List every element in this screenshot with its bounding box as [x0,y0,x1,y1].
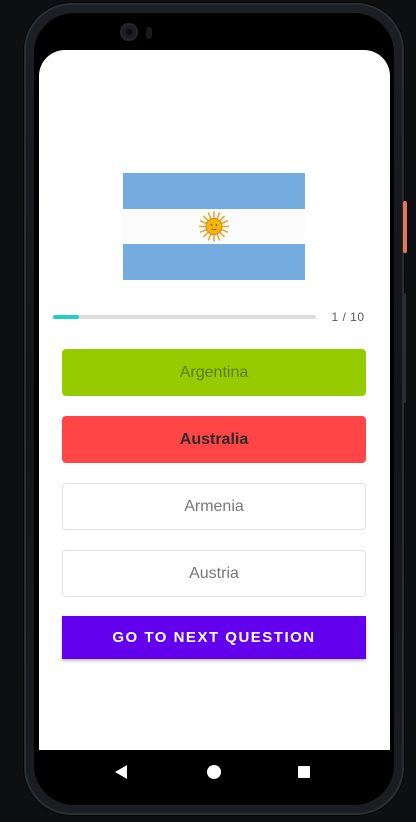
answer-option-austria[interactable]: Austria [62,550,366,597]
sensor-icon [146,27,152,39]
volume-button[interactable] [403,293,406,403]
sun-of-may-icon [199,211,229,242]
progress-counter: 1 / 10 [331,310,365,324]
power-button[interactable] [403,201,407,253]
progress-bar-fill [53,315,80,319]
answer-option-australia[interactable]: Australia [62,416,366,463]
camera-icon [122,25,136,39]
next-question-button[interactable]: GO TO NEXT QUESTION [62,616,366,659]
back-icon[interactable] [115,765,127,779]
progress-bar [53,315,316,319]
quiz-screen: 1 / 10 Argentina Australia Armenia Austr… [39,50,390,750]
answer-option-argentina[interactable]: Argentina [62,349,366,396]
answer-option-armenia[interactable]: Armenia [62,483,366,530]
recents-icon[interactable] [298,766,310,778]
home-icon[interactable] [207,765,221,779]
system-navigation-bar [39,750,390,794]
flag-image [123,173,305,280]
